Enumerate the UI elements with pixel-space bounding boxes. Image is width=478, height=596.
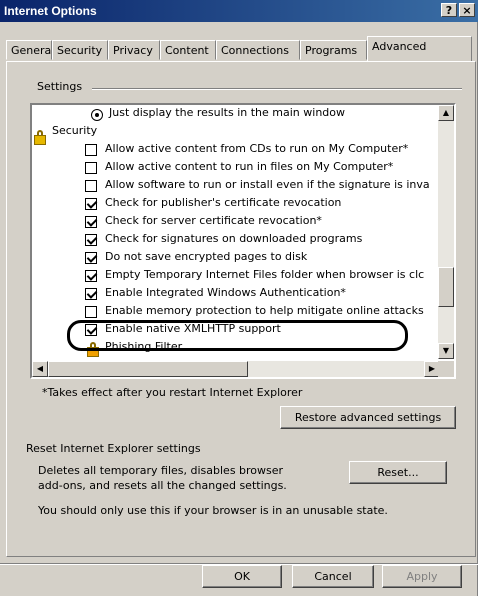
checkbox-checked[interactable] [85,234,97,246]
category-label: Security [52,124,98,137]
list-item-label: Just display the results in the main win… [109,106,345,119]
settings-group-line [92,88,462,90]
settings-legend: Settings [34,80,86,93]
checkbox-checked[interactable] [85,216,97,228]
checkbox[interactable] [85,144,97,156]
list-item-label: Allow software to run or install even if… [105,178,430,191]
vertical-scrollbar[interactable]: ▲ ▼ [438,105,454,359]
list-item-label: Allow active content from CDs to run on … [105,142,409,155]
reset-warning: You should only use this if your browser… [38,504,388,517]
window-title: Internet Options [4,4,97,18]
scroll-corner [438,361,454,377]
list-item-label: Check for server certificate revocation* [105,214,322,227]
ok-button[interactable]: OK [202,565,282,588]
tab-privacy[interactable]: Privacy [108,40,160,60]
title-bar: Internet Options ? × [0,0,478,22]
scroll-thumb-horizontal[interactable] [48,361,248,377]
annotation-highlight [67,320,408,351]
apply-button[interactable]: Apply [382,565,462,588]
reset-description: add-ons, and resets all the changed sett… [38,479,287,492]
restore-advanced-settings-button[interactable]: Restore advanced settings [280,406,456,429]
help-button[interactable]: ? [441,3,457,17]
list-item-label: Check for signatures on downloaded progr… [105,232,363,245]
list-item-label: Allow active content to run in files on … [105,160,394,173]
checkbox[interactable] [85,180,97,192]
list-item-label: Check for publisher's certificate revoca… [105,196,342,209]
checkbox-checked[interactable] [85,288,97,300]
list-item-label: Enable Integrated Windows Authentication… [105,286,346,299]
lock-icon [34,130,46,145]
scroll-left-arrow-icon[interactable]: ◀ [32,361,48,377]
tab-content[interactable]: Content [160,40,216,60]
list-item-label: Do not save encrypted pages to disk [105,250,308,263]
scroll-down-arrow-icon[interactable]: ▼ [438,343,454,359]
list-item-label: Empty Temporary Internet Files folder wh… [105,268,425,281]
list-item-label: Enable memory protection to help mitigat… [105,304,424,317]
checkbox-checked[interactable] [85,198,97,210]
reset-button[interactable]: Reset... [349,461,447,484]
cancel-button[interactable]: Cancel [292,565,374,588]
restart-note: *Takes effect after you restart Internet… [42,386,303,399]
scroll-thumb[interactable] [438,267,454,307]
tab-connections[interactable]: Connections [216,40,300,60]
tab-advanced[interactable]: Advanced [367,36,472,61]
radio-button[interactable] [91,109,103,121]
close-button[interactable]: × [459,3,475,17]
tab-programs[interactable]: Programs [300,40,367,60]
tab-general[interactable]: General [6,40,54,60]
reset-description: Deletes all temporary files, disables br… [38,464,284,477]
horizontal-scrollbar[interactable]: ◀ ▶ [32,361,440,377]
scroll-up-arrow-icon[interactable]: ▲ [438,105,454,121]
reset-heading: Reset Internet Explorer settings [26,442,201,455]
internet-options-dialog: Internet Options ? × General Security Pr… [0,0,478,596]
checkbox[interactable] [85,162,97,174]
tab-security[interactable]: Security [52,40,108,60]
checkbox[interactable] [85,306,97,318]
checkbox-checked[interactable] [85,252,97,264]
checkbox-checked[interactable] [85,270,97,282]
